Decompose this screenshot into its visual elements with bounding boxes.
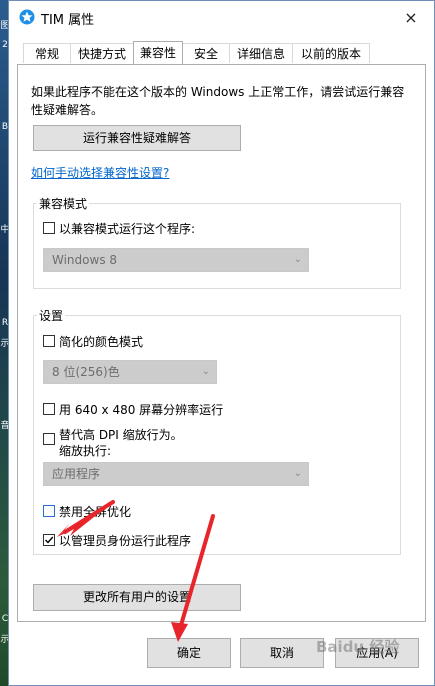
color-depth-select[interactable]: 8 位(256)色 ⌄ [43,360,217,384]
change-all-users-button[interactable]: 更改所有用户的设置 [33,584,241,611]
tab-details[interactable]: 详细信息 [229,43,293,63]
close-icon: × [404,7,418,27]
tab-compatibility[interactable]: 兼容性 [133,41,183,64]
chevron-down-icon: ⌄ [293,468,302,479]
compat-os-value: Windows 8 [52,253,118,267]
watermark: Baidu 经验 [316,638,400,656]
tab-shortcut[interactable]: 快捷方式 [70,43,134,63]
disable-fullscreen-checkbox[interactable] [43,505,55,517]
tab-general[interactable]: 常规 [23,43,71,63]
dpi-override-label-1: 替代高 DPI 缩放行为。 [59,428,183,442]
compat-os-select[interactable]: Windows 8 ⌄ [43,248,309,272]
run-as-admin-label: 以管理员身份运行此程序 [59,534,192,548]
compat-mode-label: 以兼容模式运行这个程序: [59,222,196,236]
ok-button[interactable]: 确定 [147,638,231,668]
chevron-down-icon: ⌄ [293,254,302,265]
compat-mode-title: 兼容模式 [37,195,90,212]
chevron-down-icon: ⌄ [201,366,210,377]
reduced-color-checkbox[interactable] [43,335,55,347]
manual-settings-link[interactable]: 如何手动选择兼容性设置? [31,164,169,181]
properties-dialog: TIM 属性 × 常规 快捷方式 兼容性 安全 详细信息 以前的版本 如果此程序… [8,0,435,686]
compat-mode-checkbox[interactable] [43,222,55,234]
close-button[interactable]: × [388,1,434,33]
reduced-color-label: 简化的颜色模式 [59,335,144,349]
intro-text: 如果此程序不能在这个版本的 Windows 上正常工作，请尝试运行兼容性疑难解答… [31,85,405,117]
disable-fullscreen-label: 禁用全屏优化 [59,505,132,519]
res-640-checkbox[interactable] [43,403,55,415]
tim-app-icon [19,9,35,25]
checkmark-icon [45,536,54,544]
window-title: TIM 属性 [41,13,95,28]
run-troubleshooter-button[interactable]: 运行兼容性疑难解答 [33,125,241,151]
tab-previous-versions[interactable]: 以前的版本 [292,43,370,63]
tab-security[interactable]: 安全 [182,43,230,63]
run-as-admin-checkbox[interactable] [43,534,55,546]
res-640-label: 用 640 x 480 屏幕分辨率运行 [59,403,224,417]
cancel-button[interactable]: 取消 [240,638,324,668]
dpi-mode-value: 应用程序 [52,467,101,481]
color-depth-value: 8 位(256)色 [52,365,120,379]
dpi-mode-select[interactable]: 应用程序 ⌄ [43,462,309,486]
dpi-override-label-2: 缩放执行: [59,444,112,458]
title-bar[interactable]: TIM 属性 × [9,1,434,33]
settings-title: 设置 [37,307,66,324]
compat-mode-group [33,203,401,289]
dpi-override-checkbox[interactable] [43,433,55,445]
